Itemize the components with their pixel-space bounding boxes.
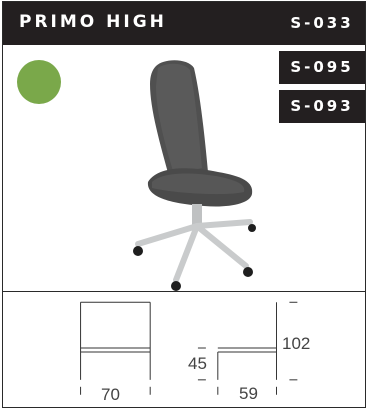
chair-base [135,219,253,283]
chair-image [133,60,256,291]
product-card: PRIMO HIGH S-033 S-095 S-093 70 45 59 10… [2,1,366,408]
dimension-diagram [80,301,298,395]
code-badge-1[interactable]: S-033 [279,7,365,40]
dimension-seat-height: 45 [188,354,207,373]
dimension-depth: 59 [239,384,258,403]
code-badge-3[interactable]: S-093 [279,90,365,123]
dimension-height: 102 [282,334,311,353]
color-swatch[interactable] [17,60,61,104]
code-badge-2[interactable]: S-095 [279,51,365,84]
dimension-width: 70 [101,385,120,404]
product-title: PRIMO HIGH [19,12,167,32]
